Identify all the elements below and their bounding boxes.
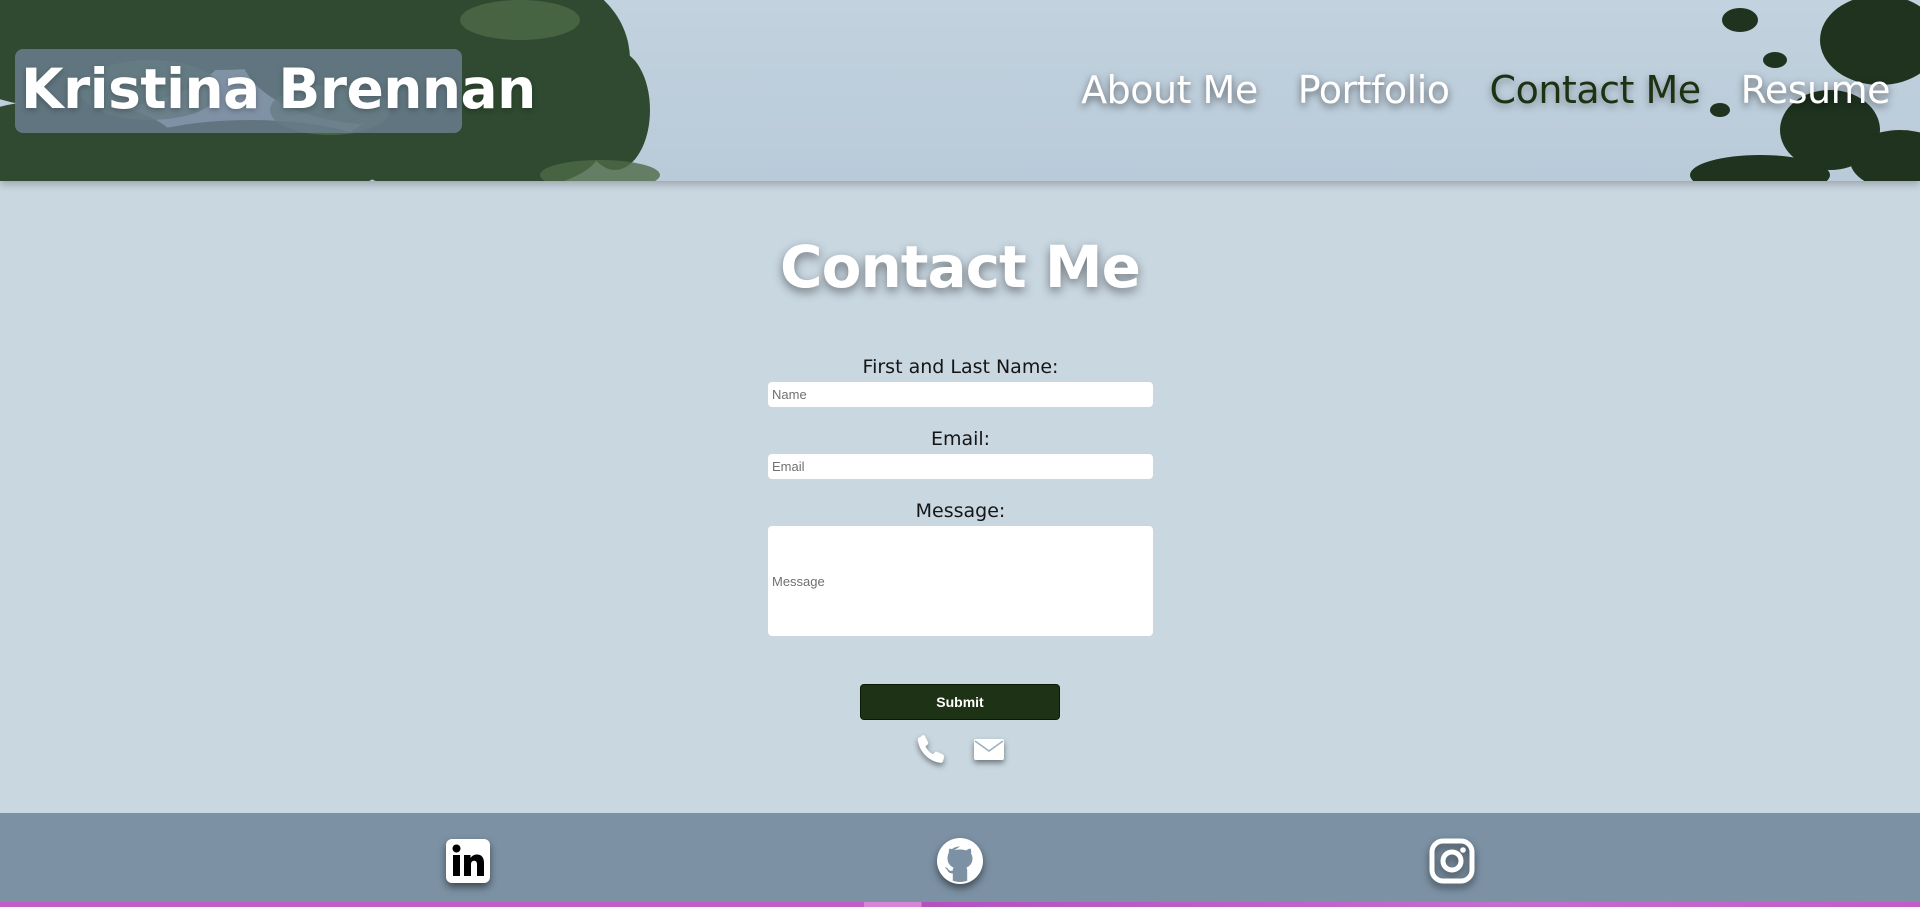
name-input[interactable]	[768, 382, 1153, 407]
contact-form: First and Last Name: Email: Message:	[768, 352, 1153, 636]
message-label: Message:	[915, 500, 1006, 522]
site-footer	[0, 813, 1920, 907]
nav-contact-me[interactable]: Contact Me	[1490, 68, 1702, 112]
message-textarea[interactable]	[768, 526, 1153, 636]
email-label: Email:	[930, 428, 991, 450]
brand-name: Kristina Brennan	[21, 57, 536, 121]
site-header: Kristina Brennan About Me Portfolio Cont…	[0, 0, 1920, 181]
nav-resume[interactable]: Resume	[1741, 68, 1891, 112]
nav-portfolio[interactable]: Portfolio	[1298, 68, 1450, 112]
phone-icon[interactable]	[914, 732, 948, 766]
email-input[interactable]	[768, 454, 1153, 479]
github-icon[interactable]	[936, 837, 984, 885]
submit-button[interactable]: Submit	[860, 684, 1060, 720]
instagram-icon[interactable]	[1428, 837, 1476, 885]
page-title: Contact Me	[780, 233, 1141, 301]
brand-logo-box[interactable]: Kristina Brennan	[15, 49, 536, 133]
linkedin-icon[interactable]	[444, 837, 492, 885]
envelope-icon[interactable]	[972, 732, 1006, 766]
footer-accent-bar	[0, 902, 1920, 907]
main-nav: About Me Portfolio Contact Me Resume	[1081, 68, 1890, 112]
nav-about-me[interactable]: About Me	[1081, 68, 1258, 112]
name-label: First and Last Name:	[862, 356, 1059, 378]
